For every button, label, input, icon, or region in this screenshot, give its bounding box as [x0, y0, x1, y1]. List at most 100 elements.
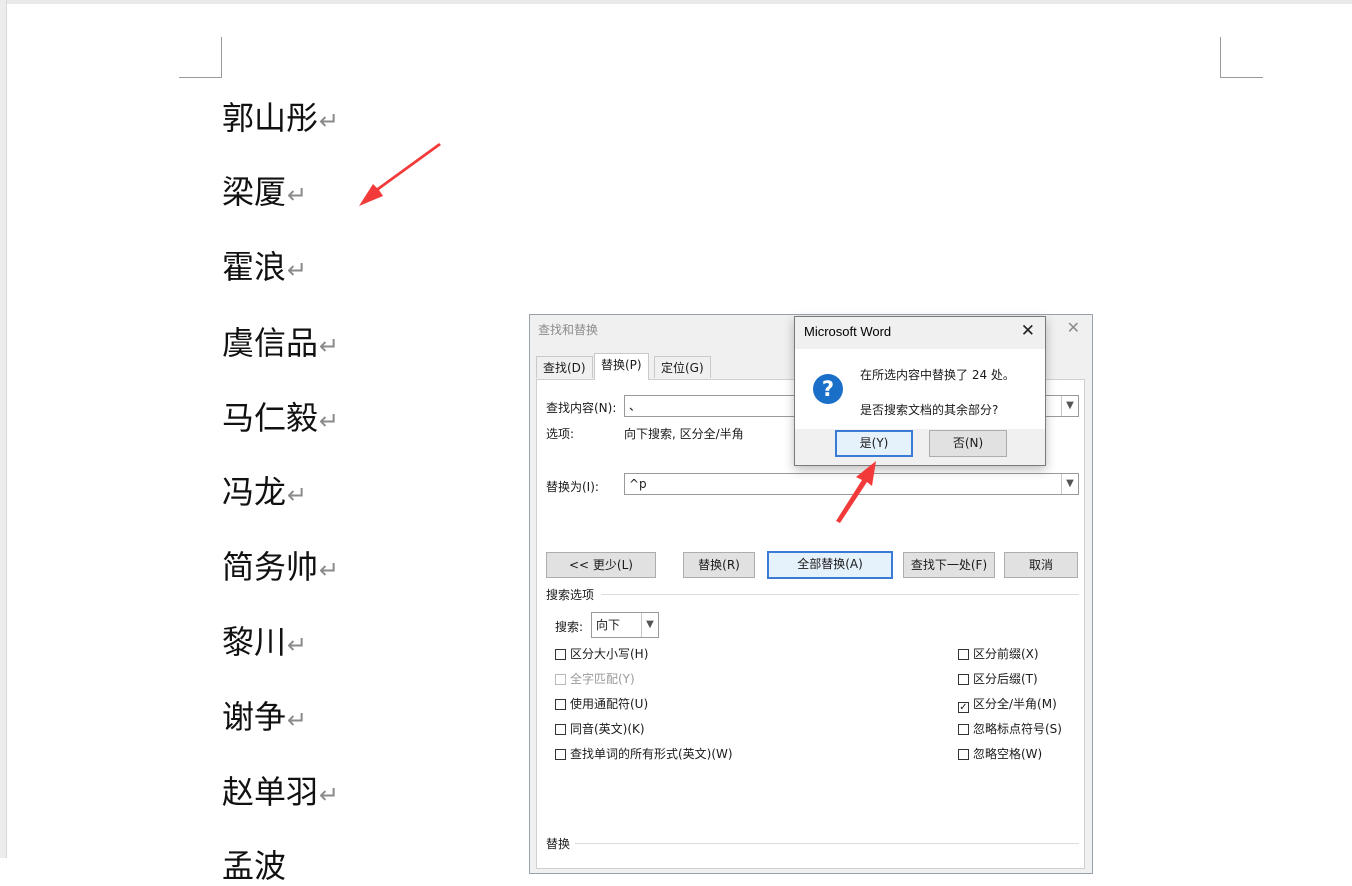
checkbox-icon — [555, 699, 566, 710]
paragraph-mark-icon: ↵ — [319, 107, 340, 135]
checkbox-label: 使用通配符(U) — [570, 697, 649, 711]
checkbox-label: 全字匹配(Y) — [570, 672, 635, 686]
document-line[interactable]: 马仁毅↵ — [222, 398, 339, 441]
checkbox-match-prefix[interactable]: 区分前缀(X) — [958, 647, 1039, 661]
yes-button[interactable]: 是(Y) — [835, 430, 913, 457]
checkbox-ignore-whitespace[interactable]: 忽略空格(W) — [958, 747, 1042, 761]
options-label: 选项: — [546, 427, 575, 441]
checkmark-icon: ✓ — [958, 702, 969, 713]
line-text: 冯龙 — [222, 473, 287, 511]
line-text: 马仁毅 — [222, 399, 319, 437]
line-text: 郭山彤 — [222, 99, 319, 137]
paragraph-mark-icon: ↵ — [287, 181, 308, 209]
paragraph-mark-icon: ↵ — [287, 631, 308, 659]
paragraph-mark-icon: ↵ — [319, 556, 340, 584]
checkbox-label: 查找单词的所有形式(英文)(W) — [570, 747, 733, 761]
message-line-2: 是否搜索文档的其余部分? — [860, 403, 999, 417]
checkbox-label: 忽略空格(W) — [973, 747, 1043, 761]
chevron-down-icon[interactable]: ▼ — [1061, 474, 1078, 494]
search-direction-label: 搜索: — [555, 620, 584, 634]
document-line[interactable]: 赵单羽↵ — [222, 772, 339, 815]
page-corner-mark-top-right — [1220, 37, 1263, 78]
document-line[interactable]: 谢争↵ — [222, 697, 307, 740]
checkbox-label: 区分后缀(T) — [973, 672, 1038, 686]
checkbox-icon — [958, 724, 969, 735]
message-box: Microsoft Word ✕ ? 在所选内容中替换了 24 处。 是否搜索文… — [794, 316, 1046, 466]
checkbox-label: 区分全/半角(M) — [973, 697, 1057, 711]
message-box-title: Microsoft Word — [804, 324, 892, 339]
replace-button[interactable]: 替换(R) — [683, 552, 755, 578]
no-button[interactable]: 否(N) — [929, 430, 1007, 457]
document-line[interactable]: 黎川↵ — [222, 622, 307, 665]
checkbox-icon — [958, 749, 969, 760]
checkbox-icon — [555, 749, 566, 760]
replace-input-value: ^p — [629, 477, 647, 491]
replace-section-heading: 替换 — [546, 837, 571, 851]
annotation-arrow-icon — [359, 143, 441, 206]
checkbox-label: 忽略标点符号(S) — [973, 722, 1062, 736]
question-icon: ? — [813, 374, 843, 404]
dialog-title: 查找和替换 — [538, 323, 599, 337]
chevron-down-icon[interactable]: ▼ — [1061, 396, 1078, 416]
checkbox-whole-word: 全字匹配(Y) — [555, 672, 635, 686]
divider — [601, 594, 1079, 595]
search-direction-select[interactable]: 向下 ▼ — [591, 612, 659, 638]
document-line[interactable]: 霍浪↵ — [222, 247, 307, 290]
tab-find[interactable]: 查找(D) — [536, 356, 593, 378]
document-line[interactable]: 孟波 — [222, 846, 286, 886]
find-label: 查找内容(N): — [546, 401, 617, 415]
line-text: 黎川 — [222, 623, 287, 661]
checkbox-label: 同音(英文)(K) — [570, 722, 645, 736]
paragraph-mark-icon: ↵ — [287, 256, 308, 284]
paragraph-mark-icon: ↵ — [319, 781, 340, 809]
line-text: 虞信品 — [222, 324, 319, 362]
checkbox-icon — [555, 724, 566, 735]
checkbox-icon — [555, 649, 566, 660]
tab-replace[interactable]: 替换(P) — [594, 353, 649, 380]
paragraph-mark-icon: ↵ — [287, 481, 308, 509]
options-value: 向下搜索, 区分全/半角 — [624, 427, 744, 441]
checkbox-icon — [555, 674, 566, 685]
paragraph-mark-icon: ↵ — [319, 332, 340, 360]
search-direction-value: 向下 — [596, 618, 621, 632]
checkbox-ignore-punctuation[interactable]: 忽略标点符号(S) — [958, 722, 1062, 736]
replace-label: 替换为(I): — [546, 480, 599, 494]
page-corner-mark-top-left — [179, 37, 222, 78]
line-text: 孟波 — [222, 847, 287, 885]
find-next-button[interactable]: 查找下一处(F) — [903, 552, 995, 578]
document-left-margin-bar — [0, 0, 7, 858]
document-line[interactable]: 郭山彤↵ — [222, 98, 339, 141]
less-button[interactable]: << 更少(L) — [546, 552, 656, 578]
search-options-heading: 搜索选项 — [546, 588, 595, 602]
close-icon[interactable]: ✕ — [1021, 321, 1035, 341]
checkbox-match-width[interactable]: ✓ 区分全/半角(M) — [958, 697, 1057, 713]
paragraph-mark-icon: ↵ — [319, 407, 340, 435]
chevron-down-icon[interactable]: ▼ — [641, 613, 658, 637]
line-text: 梁厦 — [222, 173, 287, 211]
checkbox-wildcards[interactable]: 使用通配符(U) — [555, 697, 648, 711]
tab-goto[interactable]: 定位(G) — [654, 356, 711, 378]
line-text: 谢争 — [222, 698, 287, 736]
checkbox-label: 区分大小写(H) — [570, 647, 649, 661]
document-line[interactable]: 简务帅↵ — [222, 547, 339, 590]
line-text: 霍浪 — [222, 248, 287, 286]
checkbox-all-word-forms[interactable]: 查找单词的所有形式(英文)(W) — [555, 747, 733, 761]
checkbox-icon — [958, 674, 969, 685]
checkbox-match-case[interactable]: 区分大小写(H) — [555, 647, 648, 661]
cancel-button[interactable]: 取消 — [1004, 552, 1078, 578]
document-line[interactable]: 冯龙↵ — [222, 472, 307, 515]
checkbox-icon — [958, 649, 969, 660]
message-box-body: ? 在所选内容中替换了 24 处。 是否搜索文档的其余部分? — [795, 349, 1045, 429]
document-line[interactable]: 虞信品↵ — [222, 323, 339, 366]
window-top-edge — [0, 0, 1352, 4]
checkbox-match-suffix[interactable]: 区分后缀(T) — [958, 672, 1038, 686]
message-line-1: 在所选内容中替换了 24 处。 — [860, 368, 1015, 382]
checkbox-sounds-like[interactable]: 同音(英文)(K) — [555, 722, 645, 736]
line-text: 赵单羽 — [222, 773, 319, 811]
paragraph-mark-icon: ↵ — [287, 706, 308, 734]
document-line[interactable]: 梁厦↵ — [222, 172, 307, 215]
close-icon[interactable]: ✕ — [1067, 318, 1080, 337]
annotation-arrow-icon — [836, 461, 876, 523]
replace-all-button[interactable]: 全部替换(A) — [767, 551, 893, 579]
divider — [575, 843, 1079, 844]
